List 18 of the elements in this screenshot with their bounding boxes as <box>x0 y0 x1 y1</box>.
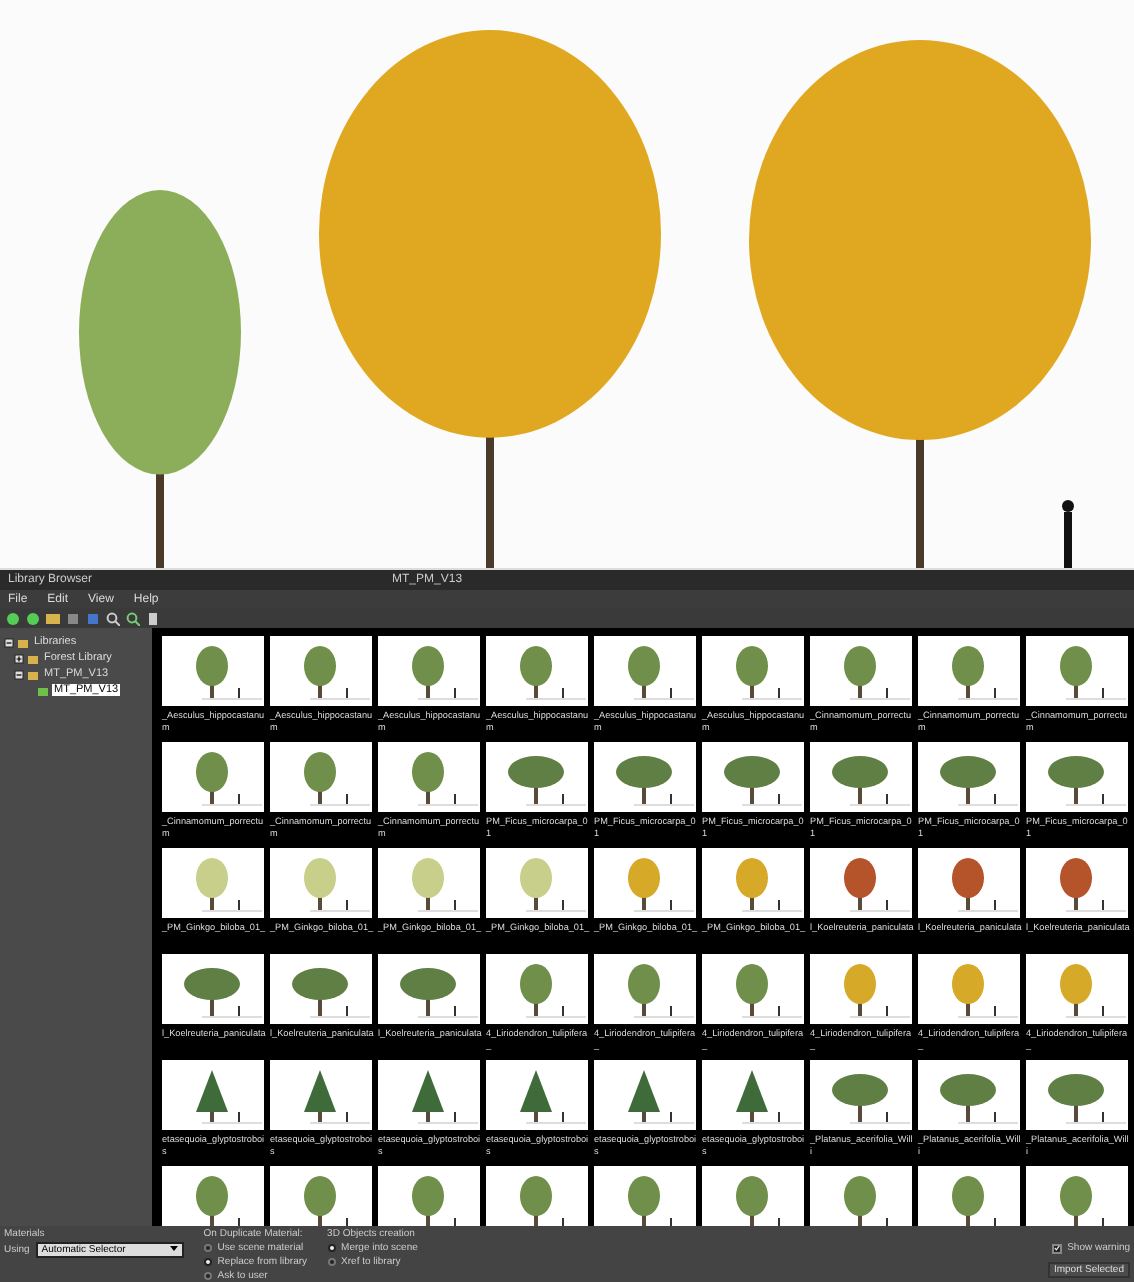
zoom-out-icon[interactable] <box>106 611 120 625</box>
radio-button[interactable] <box>203 1272 212 1280</box>
radio-button[interactable] <box>203 1244 212 1252</box>
expander-icon[interactable] <box>4 637 14 647</box>
expander-icon[interactable] <box>14 669 24 679</box>
circle-icon[interactable] <box>26 611 40 625</box>
radio-button[interactable] <box>327 1258 336 1266</box>
radio-button[interactable] <box>203 1258 212 1266</box>
zoom-in-icon[interactable] <box>126 611 140 625</box>
square-icon[interactable] <box>86 611 100 625</box>
folder-icon[interactable] <box>46 611 60 625</box>
page-icon[interactable] <box>146 611 160 625</box>
dropdown-arrow-icon <box>169 1244 178 1252</box>
radio-button[interactable] <box>327 1244 336 1252</box>
expander-icon[interactable] <box>14 653 24 663</box>
circle-icon[interactable] <box>6 611 20 625</box>
checkbox[interactable] <box>1051 1243 1062 1253</box>
square-icon[interactable] <box>66 611 80 625</box>
